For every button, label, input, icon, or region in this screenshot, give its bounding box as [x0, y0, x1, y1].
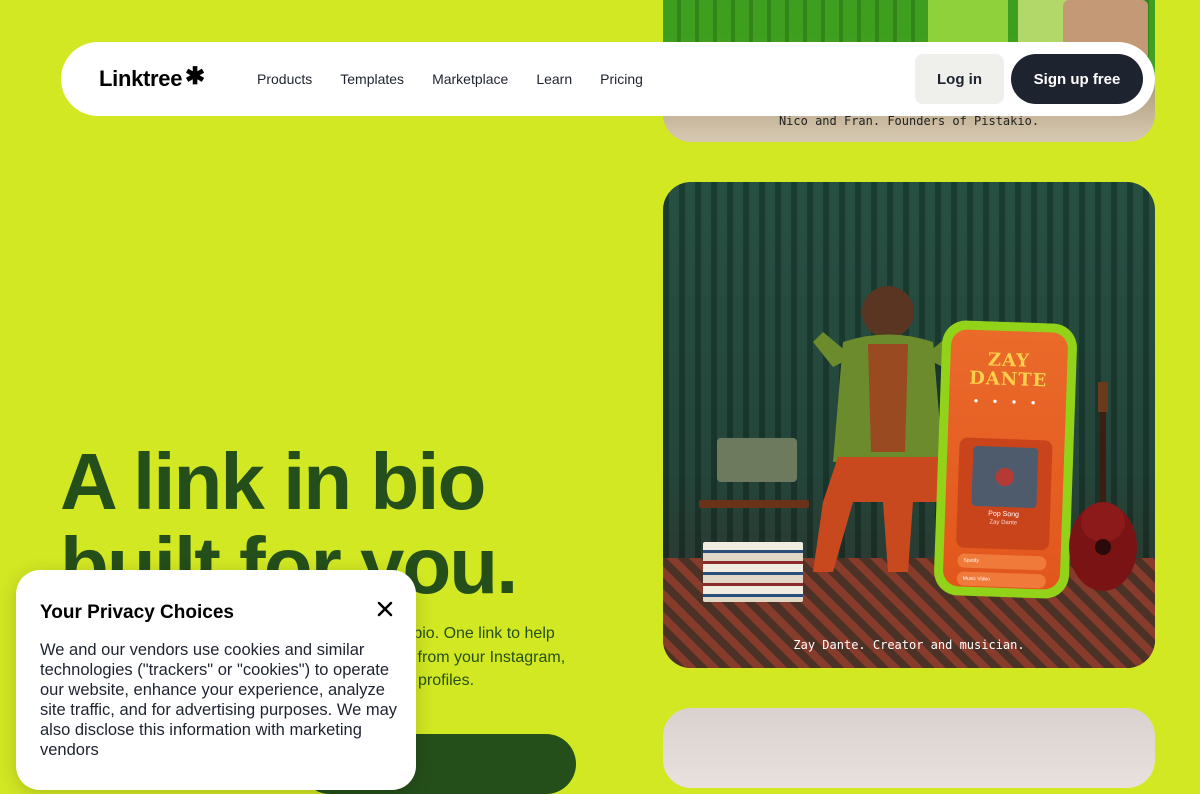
founders-caption: Nico and Fran. Founders of Pistakio. [778, 114, 1040, 128]
phone-title-line: DANTE [968, 367, 1048, 392]
phone-profile-title: ZAY DANTE [949, 349, 1067, 391]
signup-button[interactable]: Sign up free [1011, 54, 1143, 104]
privacy-title: Your Privacy Choices [40, 602, 234, 623]
music-tile: Pop Song Zay Dante [955, 437, 1053, 551]
linktree-logo[interactable]: Linktree [99, 66, 182, 92]
book-stack-image [703, 542, 803, 602]
hero-title-line: A link in bio [60, 437, 486, 526]
nav-link-products[interactable]: Products [257, 71, 312, 87]
close-icon[interactable] [372, 596, 398, 622]
nav-link-templates[interactable]: Templates [340, 71, 404, 87]
asterisk-icon: ✱ [185, 63, 206, 90]
album-art-image [971, 445, 1039, 509]
top-navigation: Linktree ✱ Products Templates Marketplac… [61, 42, 1155, 116]
phone-screen: ZAY DANTE ● ● ● ● Pop Song Zay Dante Spo… [942, 329, 1069, 590]
creator-image-card: ZAY DANTE ● ● ● ● Pop Song Zay Dante Spo… [663, 182, 1155, 668]
privacy-body: We and our vendors use cookies and simil… [40, 641, 398, 759]
phone-link-button: Spotify [957, 553, 1047, 571]
side-table-image [699, 500, 809, 508]
nav-link-marketplace[interactable]: Marketplace [432, 71, 508, 87]
nav-link-learn[interactable]: Learn [536, 71, 572, 87]
nav-links: Products Templates Marketplace Learn Pri… [257, 71, 643, 87]
creator-caption: Zay Dante. Creator and musician. [793, 638, 1025, 652]
login-button[interactable]: Log in [915, 54, 1004, 104]
social-icons-row: ● ● ● ● [973, 395, 1042, 408]
phone-link-button: Music Video [956, 571, 1047, 589]
song-artist: Zay Dante [989, 519, 1018, 527]
guitar-image [1069, 382, 1137, 591]
next-image-card [663, 708, 1155, 788]
privacy-choices-dialog: Your Privacy Choices We and our vendors … [16, 570, 416, 790]
record-player-image [717, 438, 797, 482]
phone-mockup: ZAY DANTE ● ● ● ● Pop Song Zay Dante Spo… [933, 319, 1078, 600]
nav-link-pricing[interactable]: Pricing [600, 71, 643, 87]
